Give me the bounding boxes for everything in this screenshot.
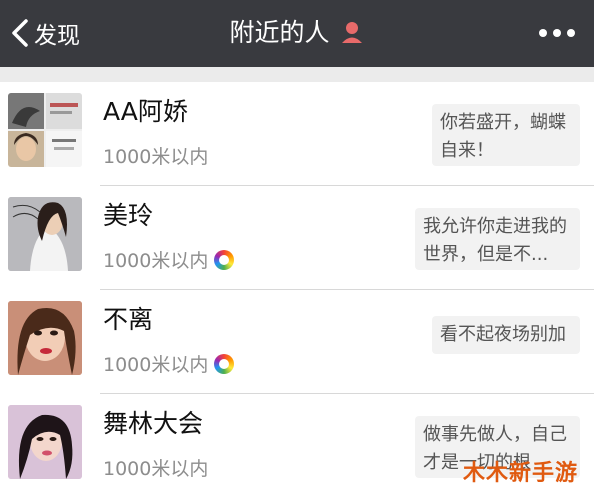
signature-bubble: 你若盛开，蝴蝶自来！ — [432, 104, 580, 166]
distance: 1000米以内 — [103, 142, 208, 169]
user-name: 舞林大会 — [103, 409, 204, 438]
page-title: 附近的人 — [0, 16, 594, 50]
nav-bar: 发现 附近的人 — [0, 0, 594, 67]
distance-text: 1000米以内 — [103, 250, 209, 272]
distance: 1000米以内 — [103, 350, 235, 377]
nearby-list: AA阿娇 1000米以内 你若盛开，蝴蝶自来！ 美玲 1000米以内 我允许你走… — [0, 82, 594, 492]
signature-text: 你若盛开，蝴蝶自来！ — [440, 112, 566, 161]
signature-text: 看不起夜场别加 — [440, 324, 566, 345]
person-pin-icon — [342, 22, 363, 43]
distance-text: 1000米以内 — [103, 458, 209, 480]
list-item[interactable]: 美玲 1000米以内 我允许你走进我的世界，但是不... — [0, 186, 594, 290]
signature-bubble: 看不起夜场别加 — [432, 316, 580, 354]
distance-text: 1000米以内 — [103, 354, 209, 376]
distance: 1000米以内 — [103, 454, 208, 481]
more-dots-icon[interactable] — [538, 22, 576, 44]
moments-ring-icon — [214, 249, 235, 270]
list-item[interactable]: AA阿娇 1000米以内 你若盛开，蝴蝶自来！ — [0, 82, 594, 186]
top-gap — [0, 67, 594, 82]
user-name: 美玲 — [103, 201, 154, 230]
distance-text: 1000米以内 — [103, 146, 209, 168]
page-title-text: 附近的人 — [229, 18, 330, 47]
list-item[interactable]: 不离 1000米以内 看不起夜场别加 — [0, 290, 594, 394]
user-name: 不离 — [103, 305, 154, 334]
signature-bubble: 我允许你走进我的世界，但是不... — [415, 208, 580, 270]
watermark-logo: 木木新手游 — [462, 461, 578, 486]
distance: 1000米以内 — [103, 246, 235, 273]
user-name: AA阿娇 — [103, 97, 188, 126]
avatar — [8, 301, 82, 375]
moments-ring-icon — [214, 353, 235, 374]
avatar — [8, 93, 82, 167]
avatar — [8, 197, 82, 271]
avatar — [8, 405, 82, 479]
signature-text: 我允许你走进我的世界，但是不... — [423, 216, 567, 265]
